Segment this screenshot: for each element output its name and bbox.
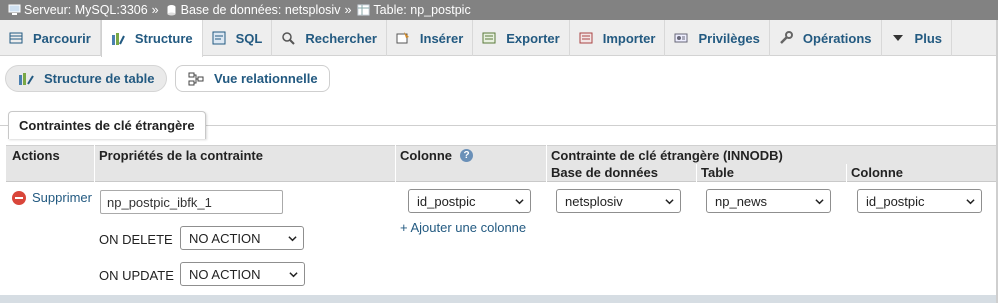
header-ref-column: Colonne (851, 165, 903, 180)
tab-privileges-label: Privilèges (698, 30, 760, 46)
privileges-icon (673, 30, 689, 46)
column-select[interactable]: id_postpic (408, 189, 531, 213)
ref-table-value: np_news (715, 193, 768, 209)
on-update-label: ON UPDATE (99, 268, 174, 283)
tab-privileges[interactable]: Privilèges (665, 20, 770, 56)
tab-operations[interactable]: Opérations (770, 20, 882, 56)
chevron-down-icon (288, 236, 297, 242)
ref-column-select[interactable]: id_postpic (857, 189, 982, 213)
next-row-strip (0, 295, 998, 303)
delete-icon (12, 190, 26, 205)
sql-icon (211, 30, 227, 46)
tab-export[interactable]: Exporter (473, 20, 570, 56)
database-icon (167, 5, 176, 16)
tab-search[interactable]: Rechercher (272, 20, 387, 56)
breadcrumb-table[interactable]: Table: np_postpic (355, 3, 471, 17)
header-database: Base de données (551, 165, 658, 180)
ref-column-value: id_postpic (866, 193, 925, 209)
relational-view-label: Vue relationnelle (214, 71, 318, 86)
tab-operations-label: Opérations (802, 30, 872, 46)
table-icon (357, 4, 370, 16)
on-delete-value: NO ACTION (189, 230, 261, 246)
server-icon (8, 4, 21, 15)
tab-structure[interactable]: Structure (100, 20, 203, 57)
breadcrumb-separator: » (151, 3, 159, 17)
breadcrumb-separator: » (344, 3, 352, 17)
relation-icon (188, 71, 204, 87)
delete-constraint-link[interactable]: Supprimer (12, 190, 92, 205)
on-update-select[interactable]: NO ACTION (180, 262, 305, 286)
structure-subnav: Structure de table Vue relationnelle (0, 65, 998, 93)
column-value: id_postpic (417, 193, 476, 209)
tab-export-label: Exporter (506, 30, 560, 46)
breadcrumb-database[interactable]: Base de données: netsplosiv (163, 3, 341, 17)
search-icon (280, 30, 296, 46)
tab-sql[interactable]: SQL (203, 20, 273, 56)
relational-view-button[interactable]: Vue relationnelle (175, 65, 330, 92)
ref-table-select[interactable]: np_news (706, 189, 831, 213)
table-structure-label: Structure de table (44, 71, 155, 86)
breadcrumb-database-label: Base de données: netsplosiv (180, 3, 341, 17)
structure-icon (110, 31, 126, 47)
header-table: Table (701, 165, 734, 180)
header-column-label: Colonne (400, 147, 452, 163)
table-structure-button[interactable]: Structure de table (5, 65, 167, 92)
table-row: Supprimer np_postpic_ibfk_1 ON DELETE NO… (6, 182, 998, 294)
breadcrumb-table-label: Table: np_postpic (373, 3, 471, 17)
header-actions: Actions (12, 147, 60, 163)
table-header-row: Actions Propriétés de la contrainte Colo… (6, 145, 998, 164)
column-divider (395, 145, 396, 182)
chevron-down-icon (665, 199, 674, 205)
chevron-down-icon (815, 199, 824, 205)
column-divider (696, 164, 697, 182)
constraint-name-input[interactable]: np_postpic_ibfk_1 (100, 190, 283, 214)
chevron-down-icon (289, 272, 298, 278)
tab-import-label: Importer (602, 30, 656, 46)
breadcrumb-server-label: Serveur: MySQL:3306 (24, 3, 148, 17)
wrench-icon (778, 30, 794, 46)
delete-label: Supprimer (32, 190, 92, 205)
tab-search-label: Rechercher (305, 30, 377, 46)
caret-down-icon (890, 30, 906, 46)
header-fk-constraint: Contrainte de clé étrangère (INNODB) (551, 147, 783, 163)
header-constraint-properties: Propriétés de la contrainte (99, 147, 263, 163)
column-divider (94, 145, 95, 182)
tab-more[interactable]: Plus (882, 20, 952, 56)
tab-import[interactable]: Importer (570, 20, 666, 56)
breadcrumb: Serveur: MySQL:3306 » Base de données: n… (0, 0, 998, 20)
tab-insert-label: Insérer (419, 30, 464, 46)
table-subheader-row: Base de données Table Colonne (6, 164, 998, 182)
on-update-value: NO ACTION (189, 266, 261, 282)
browse-icon (8, 30, 24, 46)
tab-more-label: Plus (914, 30, 942, 46)
insert-icon (395, 30, 411, 46)
tab-structure-label: Structure (134, 31, 193, 46)
ref-database-value: netsplosiv (565, 193, 623, 209)
chevron-down-icon (515, 199, 524, 205)
breadcrumb-server[interactable]: Serveur: MySQL:3306 (6, 3, 148, 17)
column-divider (846, 164, 847, 182)
on-delete-select[interactable]: NO ACTION (180, 226, 304, 250)
tab-insert[interactable]: Insérer (387, 20, 474, 56)
tab-sql-label: SQL (235, 30, 263, 46)
header-column: Colonne ? (400, 146, 473, 164)
structure-icon (18, 71, 34, 87)
foreign-key-table: Actions Propriétés de la contrainte Colo… (6, 145, 998, 303)
import-icon (578, 30, 594, 46)
tab-browse[interactable]: Parcourir (0, 20, 101, 56)
column-divider (546, 145, 547, 182)
main-tabs: Parcourir Structure SQL Rechercher Insér… (0, 20, 998, 57)
chevron-down-icon (966, 199, 975, 205)
ref-database-select[interactable]: netsplosiv (556, 189, 681, 213)
export-icon (481, 30, 497, 46)
on-delete-label: ON DELETE (99, 232, 173, 247)
help-icon[interactable]: ? (460, 148, 473, 162)
tab-browse-label: Parcourir (33, 30, 91, 46)
add-column-link[interactable]: + Ajouter une colonne (400, 220, 526, 235)
fieldset-legend: Contraintes de clé étrangère (8, 111, 206, 139)
